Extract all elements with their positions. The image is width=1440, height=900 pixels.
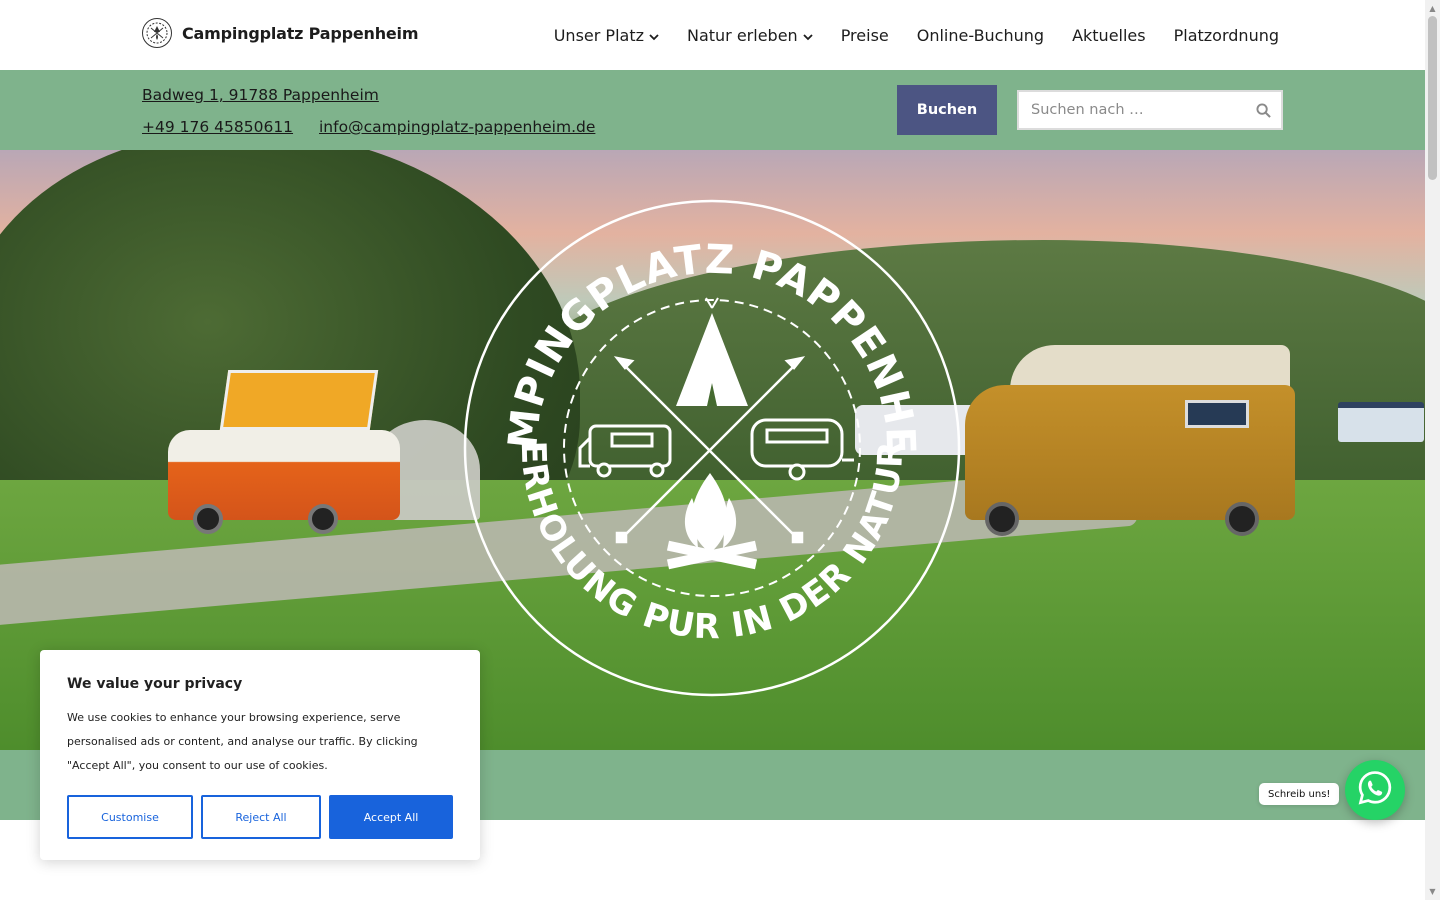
whatsapp-button[interactable] [1345,760,1405,820]
nav-item-online-buchung[interactable]: Online-Buchung [917,26,1044,45]
nav-item-preise[interactable]: Preise [841,26,889,45]
whatsapp-icon [1356,769,1394,811]
nav-item-aktuelles[interactable]: Aktuelles [1072,26,1146,45]
whatsapp-label[interactable]: Schreib uns! [1259,783,1340,805]
caravan-icon [750,418,854,481]
brand-link[interactable]: Campingplatz Pappenheim [142,18,419,48]
nav-item-label: Preise [840,26,889,45]
address-link[interactable]: Badweg 1, 91788 Pappenheim [142,86,379,104]
customise-button[interactable]: Customise [67,795,193,839]
scroll-down-icon[interactable]: ▼ [1428,887,1437,896]
nav-item-label: Aktuelles [1072,26,1146,45]
brand-name: Campingplatz Pappenheim [182,23,419,43]
teepee-icon [676,297,748,406]
search-icon[interactable] [1245,102,1281,118]
book-button[interactable]: Buchen [897,85,997,135]
campfire-icon [666,473,758,570]
accept-all-button[interactable]: Accept All [329,795,453,839]
chevron-down-icon [803,26,813,45]
nav-item-label: Natur erleben [686,26,798,45]
main-nav: Unser Platz Natur erleben Preise Online-… [526,26,1279,45]
cookie-text: We use cookies to enhance your browsing … [67,711,418,772]
nav-item-label: Unser Platz [553,26,644,45]
cookie-title: We value your privacy [67,676,243,692]
nav-item-platzordnung[interactable]: Platzordnung [1174,26,1279,45]
cookie-buttons: Customise Reject All Accept All [67,795,453,839]
search-input[interactable] [1019,92,1245,128]
search-form [1017,90,1283,130]
scrollbar-thumb[interactable] [1428,16,1437,180]
scroll-up-icon[interactable]: ▲ [1428,4,1437,13]
hero-yellow-van [965,345,1295,536]
nav-item-label: Online-Buchung [916,26,1045,45]
site-header: Campingplatz Pappenheim Unser Platz Natu… [0,0,1425,70]
reject-all-button[interactable]: Reject All [201,795,321,839]
motorhome-icon [578,424,672,478]
contact-bar: Badweg 1, 91788 Pappenheim +49 176 45850… [0,70,1425,150]
email-link[interactable]: info@campingplatz-pappenheim.de [319,118,595,136]
nav-item-natur-erleben[interactable]: Natur erleben [687,26,813,45]
cookie-consent-banner: We value your privacy We use cookies to … [40,650,480,860]
phone-link[interactable]: +49 176 45850611 [142,118,293,136]
nav-item-label: Platzordnung [1173,26,1279,45]
hero-caravan-right [1338,402,1424,442]
campsite-logo-icon [142,18,172,48]
hero-orange-van [168,370,400,534]
badge-top-text: CAMPINGPLATZ PAPPENHEIM [462,198,923,456]
nav-item-unser-platz[interactable]: Unser Platz [554,26,659,45]
page-scrollbar[interactable]: ▲ ▼ [1425,0,1440,900]
chevron-down-icon [649,26,659,45]
hero-badge: CAMPINGPLATZ PAPPENHEIM ERHOLUNG PUR IN … [462,198,961,697]
